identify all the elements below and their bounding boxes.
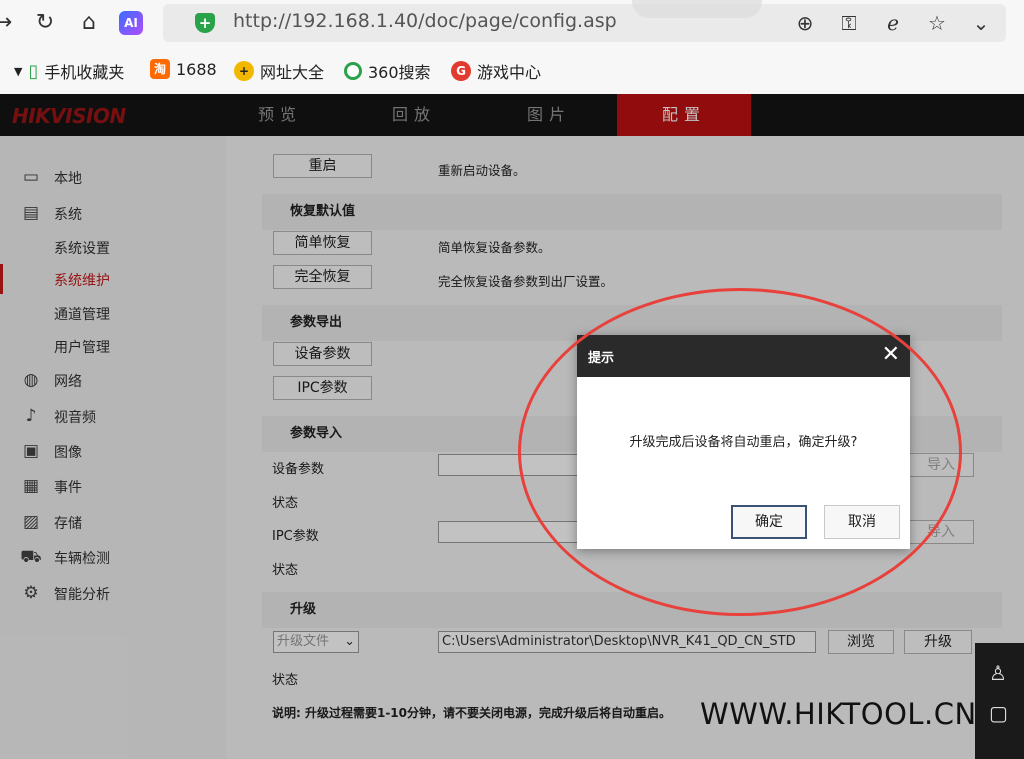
key-icon[interactable]: ⚿ — [834, 9, 864, 37]
bookmark-label: 游戏中心 — [477, 63, 542, 82]
home-icon[interactable]: ⌂ — [74, 8, 104, 38]
browser-address-bar: → ↻ ⌂ AI + http://192.168.1.40/doc/page/… — [0, 0, 1024, 46]
favorite-star-icon[interactable]: ☆ — [922, 9, 952, 37]
user-icon[interactable]: ♙ — [989, 661, 1007, 685]
chat-widget[interactable]: ♙ ▢ — [975, 643, 1024, 759]
bookmark-label: 1688 — [176, 59, 217, 79]
highlight-ellipse — [518, 288, 962, 616]
watermark: WWW.HIKTOOL.CN — [700, 697, 977, 731]
ie-mode-icon[interactable]: ℯ — [878, 9, 908, 37]
chat-icon[interactable]: ▢ — [989, 701, 1008, 725]
ai-assistant-icon[interactable]: AI — [119, 11, 143, 35]
chevron-down-icon[interactable]: ⌄ — [966, 9, 996, 37]
bookmark-label: 360搜索 — [368, 63, 431, 82]
phone-icon: ▯ — [28, 60, 39, 82]
bookmark-360-search[interactable]: 360搜索 — [344, 59, 431, 83]
url-field[interactable]: + http://192.168.1.40/doc/page/config.as… — [163, 4, 1006, 42]
bookmark-site-directory[interactable]: + 网址大全 — [234, 59, 324, 83]
security-shield-icon: + — [195, 13, 215, 33]
url-text[interactable]: http://192.168.1.40/doc/page/config.asp — [233, 10, 617, 32]
bookmark-phone-favorites[interactable]: ▼ ▯ 手机收藏夹 — [14, 59, 124, 83]
alibaba-1688-icon: 淘 — [150, 59, 170, 79]
bookmarks-bar: ▼ ▯ 手机收藏夹 淘 1688 + 网址大全 360搜索 G 游戏中心 — [0, 46, 1024, 94]
game-icon: G — [451, 61, 471, 81]
bookmark-label: 手机收藏夹 — [44, 63, 125, 82]
bookmark-1688[interactable]: 淘 1688 — [150, 59, 217, 79]
forward-icon[interactable]: → — [0, 8, 18, 38]
chevron-down-icon: ▼ — [14, 64, 23, 78]
zoom-icon[interactable]: ⊕ — [790, 9, 820, 37]
plus-circle-icon: + — [234, 61, 254, 81]
floating-media-toolbar[interactable] — [632, 0, 762, 18]
bookmark-label: 网址大全 — [260, 63, 325, 82]
refresh-icon[interactable]: ↻ — [30, 8, 60, 38]
bookmark-game-center[interactable]: G 游戏中心 — [451, 59, 541, 83]
search-360-icon — [344, 62, 362, 80]
